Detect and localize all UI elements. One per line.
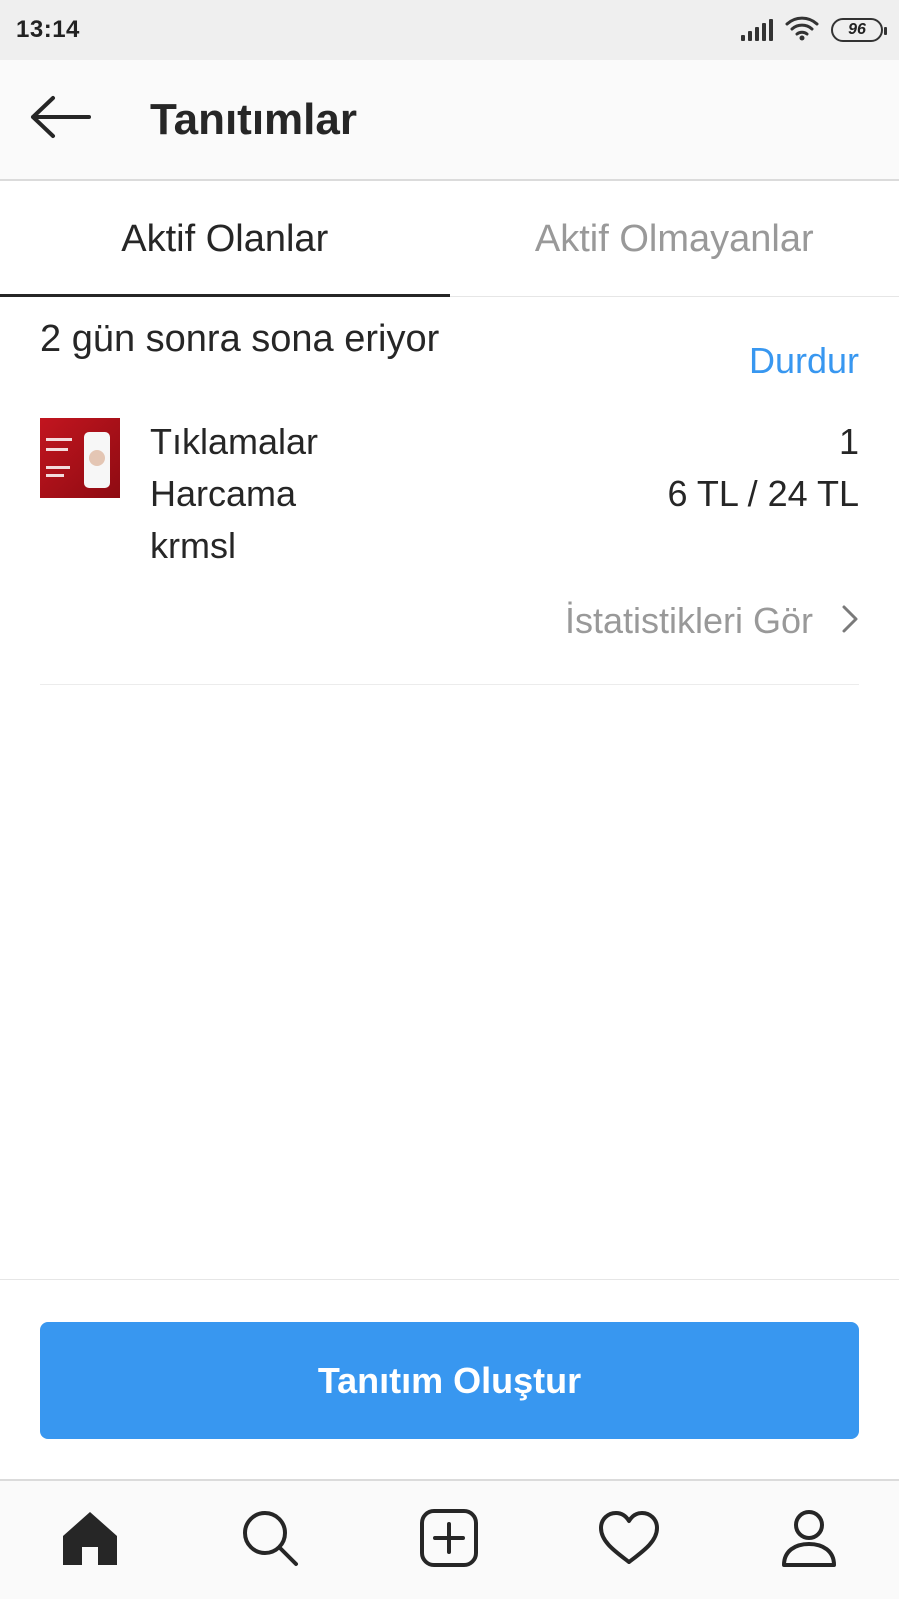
stop-button[interactable]: Durdur (749, 340, 859, 382)
view-stats-link[interactable]: İstatistikleri Gör (565, 600, 859, 642)
promotion-expiry: 2 gün sonra sona eriyor (40, 318, 440, 360)
arrow-left-icon (29, 95, 91, 144)
nav-add[interactable] (399, 1490, 499, 1590)
app-header: Tanıtımlar (0, 60, 899, 181)
signal-icon (741, 19, 773, 41)
create-promotion-button[interactable]: Tanıtım Oluştur (40, 1322, 859, 1439)
nav-profile[interactable] (759, 1490, 859, 1590)
spend-value: 6 TL / 24 TL (667, 473, 859, 514)
tab-bar: Aktif Olanlar Aktif Olmayanlar (0, 182, 899, 297)
promotion-thumbnail[interactable] (40, 418, 120, 498)
nav-home[interactable] (40, 1490, 140, 1590)
tab-active[interactable]: Aktif Olanlar (0, 182, 450, 297)
metrics-values: 1 6 TL / 24 TL (668, 416, 859, 520)
tab-inactive[interactable]: Aktif Olmayanlar (450, 182, 899, 296)
account-name: krmsl (150, 525, 236, 566)
wifi-icon (785, 15, 819, 46)
home-icon (60, 1509, 120, 1572)
nav-search[interactable] (220, 1490, 320, 1590)
add-post-icon (419, 1508, 479, 1573)
profile-icon (780, 1508, 838, 1573)
back-button[interactable] (0, 59, 120, 180)
page-title: Tanıtımlar (150, 94, 358, 144)
clicks-label: Tıklamalar (150, 421, 319, 462)
view-stats-label: İstatistikleri Gör (564, 600, 813, 641)
battery-level: 96 (848, 21, 866, 38)
action-area: Tanıtım Oluştur (0, 1279, 899, 1479)
nav-activity[interactable] (579, 1490, 679, 1590)
metrics-labels: Tıklamalar Harcama krmsl (150, 416, 318, 572)
bottom-nav (0, 1479, 899, 1599)
clicks-value: 1 (838, 421, 859, 462)
promotion-card: 2 gün sonra sona eriyor Durdur Tıklamala… (40, 310, 859, 685)
status-bar: 13:14 96 (0, 0, 899, 60)
spend-label: Harcama (150, 473, 297, 514)
battery-icon: 96 (831, 18, 887, 42)
promotions-screen: 13:14 96 Tanıtımlar Aktif Olanlar Aktif … (0, 0, 899, 1599)
status-icons: 96 (741, 15, 887, 46)
chevron-right-icon (841, 604, 859, 639)
search-icon (240, 1508, 300, 1573)
status-time: 13:14 (16, 16, 80, 43)
heart-icon (598, 1510, 660, 1571)
